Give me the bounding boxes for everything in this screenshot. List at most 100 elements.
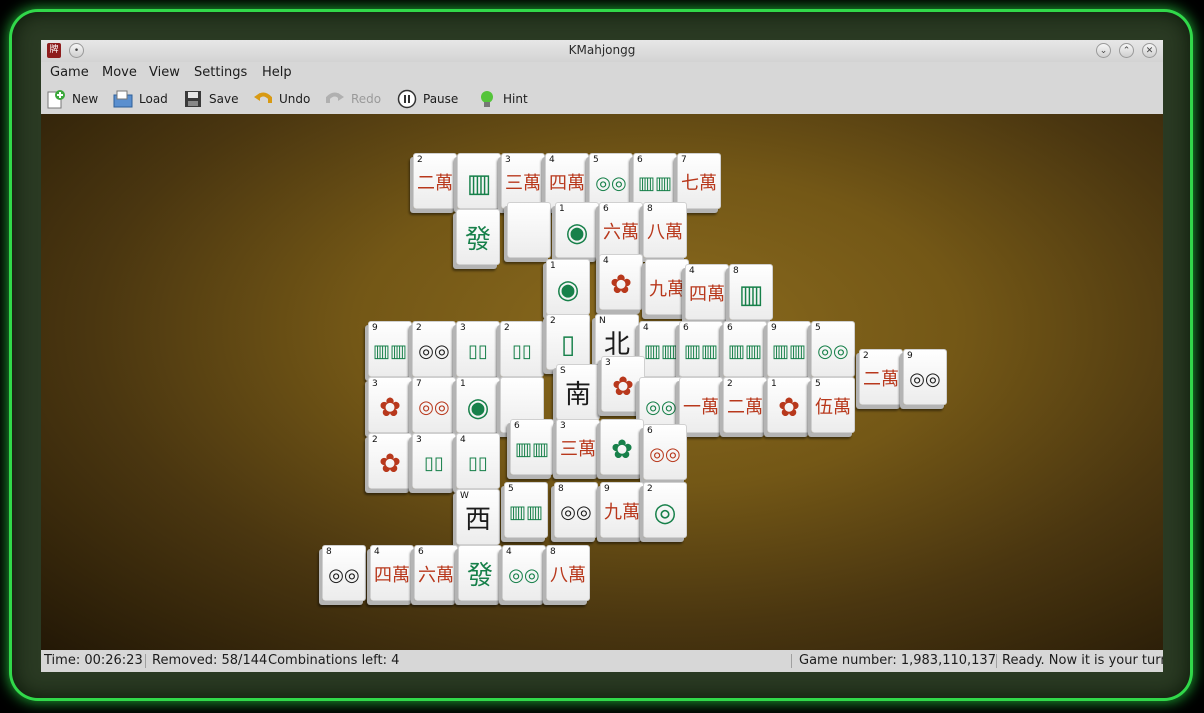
- load-button[interactable]: Load: [113, 86, 168, 112]
- menu-view[interactable]: View: [149, 65, 180, 80]
- mahjong-tile[interactable]: ▥: [457, 153, 501, 209]
- menu-game[interactable]: Game: [50, 65, 89, 80]
- mahjong-tile[interactable]: 6 ▥▥: [633, 153, 677, 209]
- status-separator: [996, 654, 997, 668]
- mahjong-tile[interactable]: 6 ▥▥: [723, 321, 767, 377]
- title-bar[interactable]: 牌 • KMahjongg ⌄ ⌃ ✕: [41, 40, 1163, 62]
- undo-label: Undo: [279, 92, 311, 106]
- tile-face: 七萬: [681, 173, 717, 194]
- tile-face: 西: [464, 505, 491, 535]
- mahjong-tile[interactable]: 9 九萬: [600, 482, 644, 538]
- mahjong-tile[interactable]: 4 ▥▥: [639, 321, 683, 377]
- mahjong-tile[interactable]: 6 ▥▥: [679, 321, 723, 377]
- mahjong-tile[interactable]: 發: [456, 209, 500, 265]
- mahjong-tile[interactable]: 4 四萬: [545, 153, 589, 209]
- mahjong-tile[interactable]: 3 ▯▯: [412, 433, 456, 489]
- mahjong-tile[interactable]: 2 二萬: [859, 349, 903, 405]
- mahjong-tile[interactable]: 7 七萬: [677, 153, 721, 209]
- game-board[interactable]: 2 二萬 ▥ 3 三萬 4 四萬 5 ◎◎ 6 ▥▥ 7 七萬發 1 ◉ 6 六萬 8 八萬 1 ◉ 4 ✿ 九萬 4 四萬 8 ▥ 9…: [41, 114, 1163, 650]
- new-game-icon: [46, 89, 66, 109]
- mahjong-tile[interactable]: 6 六萬: [599, 202, 643, 258]
- mahjong-tile[interactable]: 8 八萬: [546, 545, 590, 601]
- mahjong-tile[interactable]: W西: [456, 489, 500, 545]
- mahjong-tile[interactable]: 九萬: [645, 259, 689, 315]
- mahjong-tile[interactable]: 5 ◎◎: [811, 321, 855, 377]
- mahjong-tile[interactable]: 8 ▥: [729, 264, 773, 320]
- mahjong-tile[interactable]: 9 ▥▥: [767, 321, 811, 377]
- tile-face: 六萬: [603, 222, 639, 243]
- mahjong-tile[interactable]: 4 ✿: [599, 254, 643, 310]
- mahjong-tile[interactable]: 3 ✿: [368, 377, 412, 433]
- menu-move[interactable]: Move: [102, 65, 137, 80]
- tile-face: ▥▥: [727, 341, 762, 362]
- redo-icon: [325, 89, 345, 109]
- mahjong-tile[interactable]: 1 ◉: [555, 202, 599, 258]
- hint-label: Hint: [503, 92, 528, 106]
- mahjong-tile[interactable]: 2 ▯: [546, 314, 590, 370]
- mahjong-tile[interactable]: 3 三萬: [501, 153, 545, 209]
- mahjong-tile[interactable]: 1 ✿: [767, 377, 811, 433]
- tile-face: ◎◎: [418, 341, 450, 362]
- hint-button[interactable]: Hint: [477, 86, 528, 112]
- mahjong-tile[interactable]: 6 ◎◎: [643, 424, 687, 480]
- menu-settings[interactable]: Settings: [194, 65, 247, 80]
- mahjong-tile[interactable]: 2 二萬: [413, 153, 457, 209]
- new-button[interactable]: New: [46, 86, 98, 112]
- close-button[interactable]: ✕: [1142, 43, 1157, 58]
- tile-face: ◎◎: [328, 565, 360, 586]
- tile-face: ✿: [379, 449, 401, 479]
- mahjong-tile[interactable]: 1 ◉: [546, 259, 590, 315]
- undo-button[interactable]: Undo: [253, 86, 310, 112]
- mahjong-tile[interactable]: 2 ▯▯: [500, 321, 544, 377]
- mahjong-tile[interactable]: 8 ◎◎: [322, 545, 366, 601]
- mahjong-tile[interactable]: 4 ▯▯: [456, 433, 500, 489]
- tile-face: 九萬: [649, 279, 685, 300]
- mahjong-tile[interactable]: 4 四萬: [370, 545, 414, 601]
- mahjong-tile[interactable]: 6 六萬: [414, 545, 458, 601]
- tile-face: ✿: [610, 270, 632, 300]
- mahjong-tile[interactable]: 8 ◎◎: [554, 482, 598, 538]
- minimize-button[interactable]: ⌄: [1096, 43, 1111, 58]
- mahjong-tile[interactable]: [507, 202, 551, 258]
- tile-face: ◉: [466, 393, 490, 423]
- mahjong-tile[interactable]: 3 三萬: [556, 419, 600, 475]
- mahjong-tile[interactable]: 6 ▥▥: [510, 419, 554, 475]
- mahjong-tile[interactable]: 9 ◎◎: [903, 349, 947, 405]
- pause-button[interactable]: Pause: [397, 86, 458, 112]
- mahjong-tile[interactable]: 1 ◉: [456, 377, 500, 433]
- tile-face: 一萬: [683, 397, 719, 418]
- mahjong-tile[interactable]: 4 四萬: [685, 264, 729, 320]
- mahjong-tile[interactable]: 2 ◎: [643, 482, 687, 538]
- load-label: Load: [139, 92, 168, 106]
- tile-face: ▥▥: [637, 173, 672, 194]
- mahjong-tile[interactable]: 2 ✿: [368, 433, 412, 489]
- status-message: Ready. Now it is your turn.: [1002, 653, 1163, 668]
- tile-face: 四萬: [549, 173, 585, 194]
- tile-face: 三萬: [505, 173, 541, 194]
- tile-face: ▥▥: [508, 502, 543, 523]
- mahjong-tile[interactable]: 2 二萬: [723, 377, 767, 433]
- tile-face: 三萬: [560, 439, 596, 460]
- mahjong-tile[interactable]: 3 ▯▯: [456, 321, 500, 377]
- mahjong-tile[interactable]: 發: [458, 545, 502, 601]
- tile-face: ✿: [612, 372, 634, 402]
- mahjong-tile[interactable]: 8 八萬: [643, 202, 687, 258]
- mahjong-tile[interactable]: 9 ▥▥: [368, 321, 412, 377]
- save-label: Save: [209, 92, 239, 106]
- mahjong-tile[interactable]: 5 ▥▥: [504, 482, 548, 538]
- mahjong-tile[interactable]: 7 ◎◎: [412, 377, 456, 433]
- mahjong-tile[interactable]: S南: [556, 364, 600, 420]
- save-button[interactable]: Save: [183, 86, 238, 112]
- tile-face: 二萬: [417, 173, 453, 194]
- tile-face: ◎◎: [560, 502, 592, 523]
- maximize-button[interactable]: ⌃: [1119, 43, 1134, 58]
- mahjong-tile[interactable]: 5 ◎◎: [589, 153, 633, 209]
- tile-face: ▥▥: [771, 341, 806, 362]
- mahjong-tile[interactable]: 5 伍萬: [811, 377, 855, 433]
- mahjong-tile[interactable]: 2 ◎◎: [412, 321, 456, 377]
- mahjong-tile[interactable]: 4 ◎◎: [502, 545, 546, 601]
- mahjong-tile[interactable]: ✿: [600, 419, 644, 475]
- menu-help[interactable]: Help: [262, 65, 292, 80]
- lightbulb-icon: [477, 89, 497, 109]
- redo-button[interactable]: Redo: [325, 86, 381, 112]
